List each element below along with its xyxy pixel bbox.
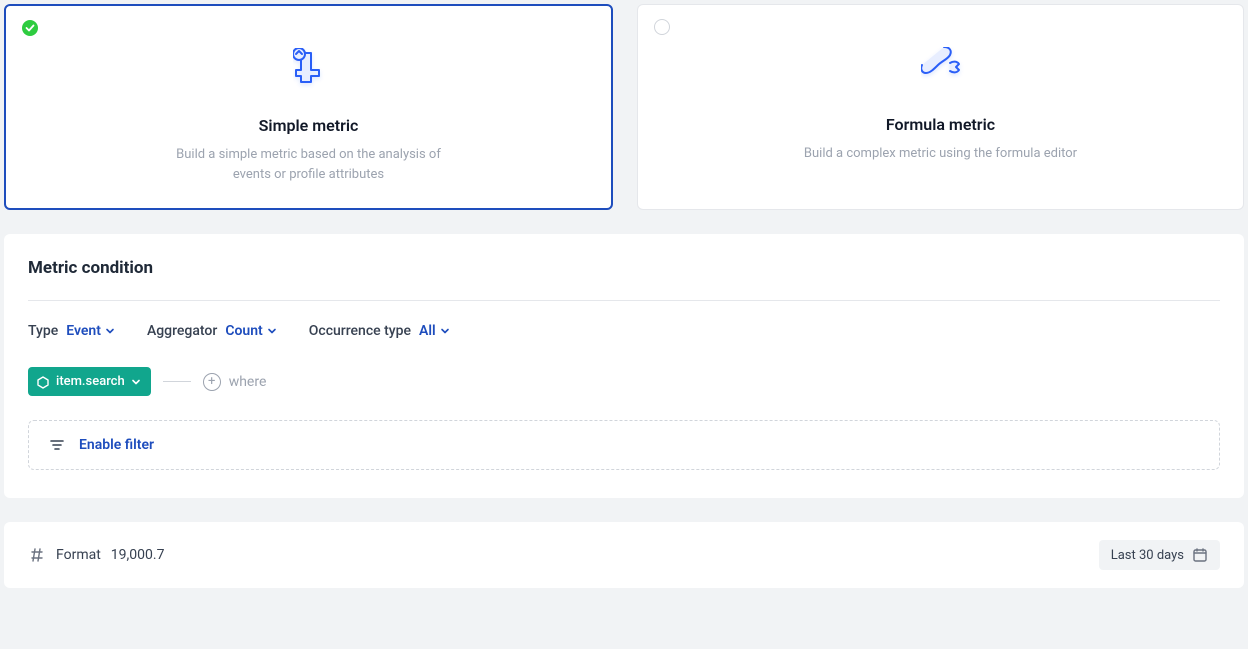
format-value: 19,000.7 — [111, 547, 165, 563]
date-range-label: Last 30 days — [1111, 548, 1184, 563]
radio-selected — [22, 20, 38, 36]
type-dropdown[interactable]: Event — [66, 323, 115, 339]
aggregator-value: Count — [225, 323, 262, 339]
formula-metric-card[interactable]: Formula metric Build a complex metric us… — [637, 4, 1244, 210]
event-row: item.search + where — [28, 367, 1220, 396]
format-label: Format — [56, 547, 101, 563]
date-range-selector[interactable]: Last 30 days — [1099, 540, 1220, 570]
formula-metric-icon — [662, 33, 1219, 97]
format-display[interactable]: Format 19,000.7 — [28, 546, 164, 564]
filter-icon — [49, 437, 65, 453]
hash-icon — [28, 546, 46, 564]
where-label: where — [229, 374, 267, 390]
aggregator-dropdown[interactable]: Count — [225, 323, 276, 339]
occurrence-value: All — [419, 323, 436, 339]
aggregator-label: Aggregator — [147, 323, 217, 339]
event-selector[interactable]: item.search — [28, 367, 151, 396]
chevron-down-icon — [440, 326, 450, 336]
card-title: Formula metric — [662, 115, 1219, 134]
condition-selectors: Type Event Aggregator Count Occurrence t… — [28, 323, 1220, 339]
card-description: Build a complex metric using the formula… — [791, 144, 1091, 164]
footer-panel: Format 19,000.7 Last 30 days — [4, 522, 1244, 588]
chevron-down-icon — [131, 377, 141, 387]
metric-condition-panel: Metric condition Type Event Aggregator C… — [4, 234, 1244, 498]
type-value: Event — [66, 323, 101, 339]
event-tag-icon — [36, 375, 50, 389]
radio-unselected — [654, 19, 670, 35]
card-title: Simple metric — [30, 116, 587, 135]
radio-empty-icon — [654, 19, 670, 35]
enable-filter-button[interactable]: Enable filter — [79, 437, 154, 453]
occurrence-label: Occurrence type — [309, 323, 411, 339]
plus-circle-icon: + — [203, 373, 221, 391]
checkmark-icon — [22, 20, 38, 36]
chevron-down-icon — [267, 326, 277, 336]
chevron-down-icon — [105, 326, 115, 336]
event-name: item.search — [56, 374, 125, 389]
connector-line — [163, 381, 191, 382]
occurrence-dropdown[interactable]: All — [419, 323, 450, 339]
filter-box: Enable filter — [28, 420, 1220, 470]
calendar-icon — [1192, 547, 1208, 563]
panel-heading: Metric condition — [28, 258, 1220, 301]
add-where-button[interactable]: + where — [203, 373, 267, 391]
simple-metric-card[interactable]: Simple metric Build a simple metric base… — [4, 4, 613, 210]
card-description: Build a simple metric based on the analy… — [159, 145, 459, 184]
type-label: Type — [28, 323, 58, 339]
simple-metric-icon — [30, 34, 587, 98]
